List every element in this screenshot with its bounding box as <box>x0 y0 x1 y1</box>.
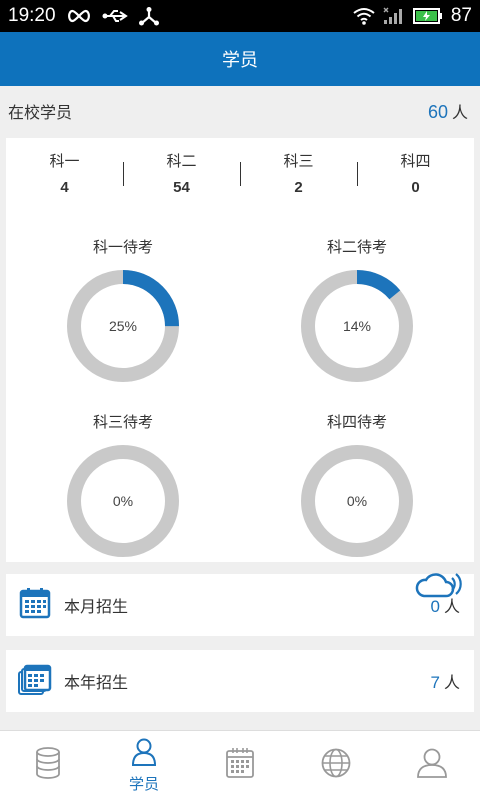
wifi-icon <box>353 7 375 25</box>
monthly-enrollment-label: 本月招生 <box>64 599 129 616</box>
pending-exams-grid: 科一待考 25% 科二待考 14% 科三待考 0% 科四待考 0% <box>6 206 474 562</box>
tab-user[interactable] <box>384 731 480 800</box>
pending-subject-3[interactable]: 科三待考 0% <box>33 411 213 560</box>
tab-calendar[interactable] <box>192 731 288 800</box>
user-icon <box>416 747 448 784</box>
yearly-enrollment-unit: 人 <box>443 675 460 692</box>
tab-students-label: 学员 <box>128 775 159 793</box>
tab-students[interactable]: 学员 <box>96 731 192 800</box>
summary-label: 在校学员 <box>8 105 73 122</box>
database-icon <box>34 746 62 785</box>
calendar-icon <box>225 747 255 784</box>
yearly-enrollment-label: 本年招生 <box>64 675 129 692</box>
calendar-icon <box>18 586 52 625</box>
calendar-stack-icon <box>18 662 52 701</box>
subject-label: 科二 <box>166 153 197 170</box>
yearly-enrollment-row[interactable]: 本年招生 7人 <box>6 650 474 712</box>
page-title: 学员 <box>222 50 258 70</box>
monthly-enrollment-row[interactable]: 本月招生 0人 <box>6 573 474 636</box>
subject-counts: 科一 4 科二 54 科三 2 科四 0 <box>6 138 474 206</box>
donut-title: 科三待考 <box>92 414 153 431</box>
subject-label: 科一 <box>49 153 80 170</box>
donut-chart: 14% <box>298 267 416 385</box>
status-time: 19:20 <box>8 5 56 26</box>
subject-2[interactable]: 科二 54 <box>123 150 240 206</box>
pending-subject-2[interactable]: 科二待考 14% <box>267 236 447 385</box>
cloud-sync-icon[interactable] <box>414 566 464 607</box>
tab-database[interactable] <box>0 731 96 800</box>
donut-chart: 0% <box>298 442 416 560</box>
person-icon <box>129 738 159 771</box>
donut-title: 科一待考 <box>92 239 153 256</box>
donut-title: 科二待考 <box>326 239 387 256</box>
donut-percent: 0% <box>112 493 134 509</box>
stats-card: 科一 4 科二 54 科三 2 科四 0 科一待考 25% 科二待考 14% 科… <box>6 138 474 562</box>
share-icon <box>138 6 160 26</box>
subject-label: 科三 <box>283 153 314 170</box>
pending-subject-1[interactable]: 科一待考 25% <box>33 236 213 385</box>
battery-level: 87 <box>450 5 472 26</box>
yearly-enrollment-count: 7人 <box>431 669 460 693</box>
donut-percent: 0% <box>346 493 368 509</box>
donut-chart: 0% <box>64 442 182 560</box>
bottom-tab-bar: 学员 <box>0 730 480 800</box>
summary-count-number: 60 <box>427 102 448 122</box>
subject-1[interactable]: 科一 4 <box>6 150 123 206</box>
subject-3[interactable]: 科三 2 <box>240 150 357 206</box>
donut-title: 科四待考 <box>326 414 387 431</box>
status-bar: 19:20 87 <box>0 0 480 32</box>
subject-value: 0 <box>411 179 420 196</box>
donut-percent: 25% <box>108 318 138 334</box>
infinity-icon <box>66 9 92 23</box>
yearly-enrollment-number: 7 <box>430 673 440 692</box>
signal-icon <box>383 7 405 25</box>
usb-icon <box>102 8 128 24</box>
subject-4[interactable]: 科四 0 <box>357 150 474 206</box>
subject-value: 4 <box>60 179 69 196</box>
subject-value: 2 <box>294 179 303 196</box>
donut-percent: 14% <box>342 318 372 334</box>
students-summary: 在校学员 60 人 <box>0 86 480 136</box>
subject-value: 54 <box>173 179 190 196</box>
subject-label: 科四 <box>400 153 431 170</box>
title-bar: 学员 <box>0 32 480 86</box>
summary-count-unit: 人 <box>451 105 468 122</box>
battery-icon <box>412 8 443 24</box>
donut-chart: 25% <box>64 267 182 385</box>
tab-globe[interactable] <box>288 731 384 800</box>
globe-icon <box>320 747 352 784</box>
summary-count: 60 人 <box>428 99 468 123</box>
pending-subject-4[interactable]: 科四待考 0% <box>267 411 447 560</box>
